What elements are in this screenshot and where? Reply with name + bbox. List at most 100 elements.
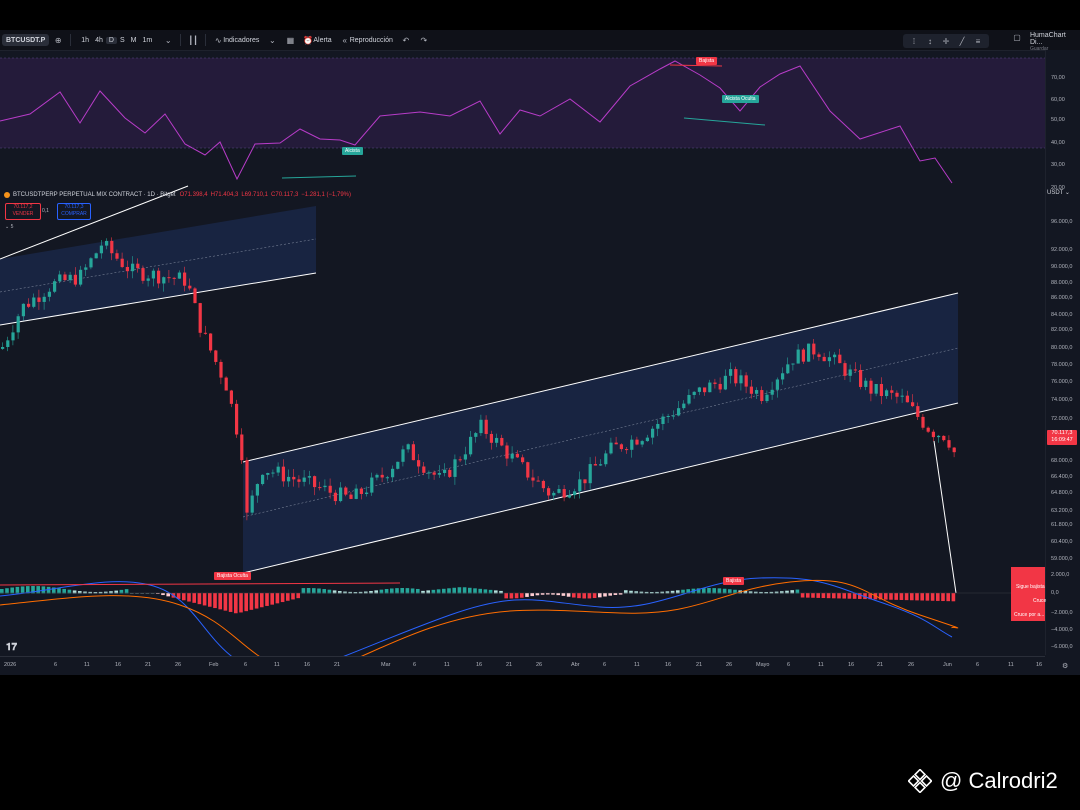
- spread-value: 0,1: [42, 208, 49, 214]
- macd-histogram-bar: [644, 591, 649, 594]
- candle-body: [526, 462, 530, 478]
- candle-body: [417, 460, 421, 467]
- chart-canvas[interactable]: [0, 30, 1045, 656]
- candle-body: [687, 394, 691, 404]
- macd-histogram-bar: [202, 593, 207, 606]
- buy-button[interactable]: 70.117,3 COMPRAR: [57, 203, 91, 220]
- time-tick: Mayo: [756, 662, 770, 668]
- legend-change: −1.281,1 (−1,79%): [301, 192, 351, 198]
- candle-body: [385, 477, 389, 479]
- candle-body: [765, 394, 769, 402]
- candle-body: [219, 361, 223, 378]
- bar-countdown: 16:09:47: [1051, 437, 1073, 443]
- price-tick: 60.400,0: [1051, 539, 1073, 545]
- price-tick: 72.000,0: [1051, 416, 1073, 422]
- time-axis[interactable]: 2026 6 11 16 21 26 Feb 6 11 16 21 Mar 6 11 16 21 26 Abr 6 1…: [0, 656, 1045, 675]
- candle-body: [281, 466, 285, 482]
- macd-tick: 0,0: [1051, 590, 1059, 596]
- time-tick: 26: [175, 662, 182, 668]
- candle-body: [422, 466, 426, 473]
- macd-histogram-bar: [88, 591, 92, 594]
- macd-histogram-bar: [353, 591, 358, 594]
- quantity-chip[interactable]: ⌄ 5: [5, 224, 13, 230]
- price-tick: 80.000,0: [1051, 345, 1073, 351]
- candle-body: [73, 274, 77, 285]
- currency-selector[interactable]: USDT ⌄: [1047, 189, 1070, 196]
- candle-body: [625, 449, 629, 451]
- candle-body: [708, 382, 712, 393]
- candle-body: [68, 274, 72, 281]
- macd-histogram-bar: [358, 591, 363, 594]
- macd-histogram-bar: [286, 593, 290, 601]
- rsi-bullish-badge: Alcista: [342, 147, 363, 155]
- candle-body: [848, 369, 852, 376]
- macd-histogram-bar: [847, 593, 852, 599]
- price-tick: 90.000,0: [1051, 264, 1073, 270]
- candle-body: [827, 357, 831, 362]
- candle-body: [911, 402, 915, 407]
- candle-body: [666, 416, 670, 418]
- candle-body: [588, 464, 592, 484]
- rsi-tick: 60,00: [1051, 97, 1065, 103]
- candle-body: [84, 267, 88, 270]
- candle-body: [739, 375, 743, 384]
- macd-tick: 2.000,0: [1051, 572, 1070, 578]
- time-tick: 11: [818, 662, 824, 668]
- candle-body: [354, 488, 358, 499]
- macd-histogram-bar: [400, 588, 404, 594]
- macd-histogram-bar: [187, 593, 191, 602]
- candle-body: [79, 269, 83, 285]
- candle-body: [775, 379, 779, 390]
- candle-body: [89, 258, 93, 268]
- candle-body: [131, 263, 135, 272]
- macd-histogram-bar: [390, 588, 394, 594]
- sell-button[interactable]: 70.117,2 VENDER: [5, 203, 41, 220]
- candle-body: [890, 390, 894, 393]
- price-axis[interactable]: 96.000,0 92.000,0 90.000,0 88.000,0 86.000,0…: [1045, 50, 1080, 655]
- time-tick: 11: [274, 662, 280, 668]
- price-tick: 78.000,0: [1051, 362, 1073, 368]
- candle-body: [874, 384, 878, 394]
- watermark-text: @ Calrodri2: [940, 768, 1058, 793]
- price-tick: 74.000,0: [1051, 397, 1073, 403]
- candle-body: [489, 433, 493, 443]
- candle-body: [162, 277, 166, 284]
- candle-body: [682, 403, 686, 409]
- candle-body: [931, 431, 935, 438]
- candle-body: [729, 369, 733, 376]
- candle-body: [120, 258, 124, 267]
- candle-body: [391, 468, 395, 478]
- macd-histogram-bar: [884, 593, 888, 600]
- candle-body: [536, 480, 540, 482]
- candle-body: [463, 454, 467, 460]
- candle-body: [406, 444, 410, 450]
- candle-body: [105, 240, 109, 246]
- candle-body: [609, 442, 613, 454]
- candle-body: [183, 272, 187, 286]
- candle-body: [37, 297, 41, 302]
- macd-histogram-bar: [457, 587, 462, 594]
- macd-hidden-bearish-badge: Bajista Oculta: [214, 572, 251, 580]
- candle-body: [484, 419, 488, 434]
- candle-body: [557, 489, 561, 493]
- candle-body: [843, 363, 847, 376]
- macd-histogram-bar: [540, 593, 545, 595]
- candle-body: [198, 303, 202, 333]
- macd-histogram-bar: [270, 593, 274, 605]
- macd-histogram-bar: [405, 588, 410, 594]
- macd-histogram-bar: [265, 593, 269, 606]
- candle-body: [479, 419, 483, 434]
- candle-body: [619, 444, 623, 450]
- macd-histogram-bar: [36, 586, 40, 594]
- macd-histogram-bar: [291, 593, 295, 600]
- candle-body: [344, 487, 348, 495]
- candle-body: [521, 457, 525, 463]
- macd-histogram-bar: [769, 591, 774, 594]
- candle-body: [755, 390, 759, 394]
- settings-icon[interactable]: ⚙: [1062, 662, 1068, 670]
- candle-body: [250, 495, 254, 513]
- time-tick: 6: [603, 662, 607, 668]
- legend-low: L69.710,1: [241, 192, 269, 198]
- macd-histogram-bar: [525, 593, 529, 597]
- macd-histogram-bar: [228, 593, 233, 612]
